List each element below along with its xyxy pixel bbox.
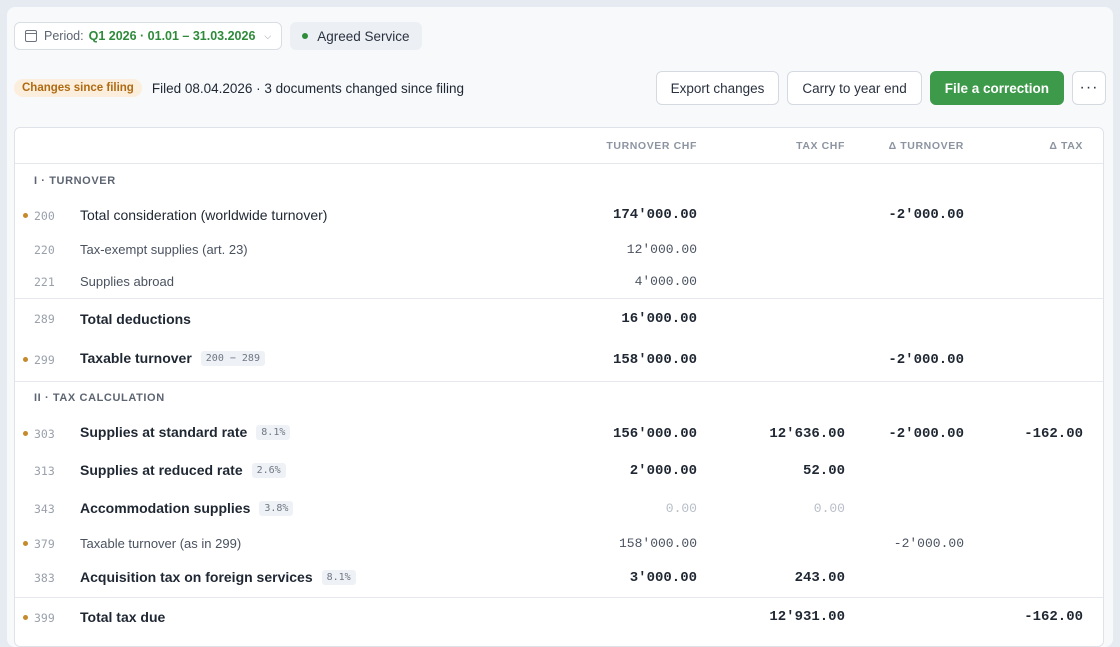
changed-marker-icon (23, 541, 28, 546)
status-dot-icon (302, 33, 309, 39)
chevron-down-icon: ⌵ (264, 30, 272, 41)
delta-turnover-value: -2'000.00 (888, 352, 964, 368)
delta-turnover-value: -2'000.00 (888, 426, 964, 442)
column-header-tax: TAX CHF (796, 140, 845, 152)
table-row[interactable]: 221 Supplies abroad 4'000.00 (15, 267, 1103, 298)
row-label-text: Supplies at reduced rate (80, 462, 243, 478)
status-bar: Changes since filing Filed 08.04.2026 · … (14, 71, 1106, 105)
row-code: 379 (34, 537, 55, 551)
tax-value: 243.00 (794, 570, 845, 586)
row-code: 383 (34, 571, 55, 585)
section-title: I · TURNOVER (34, 175, 116, 187)
column-header-delta-turnover: Δ TURNOVER (888, 140, 964, 152)
tax-value: 52.00 (802, 463, 845, 479)
period-label: Period: (44, 29, 84, 43)
row-code: 200 (34, 209, 55, 223)
tax-value: 0.00 (813, 501, 845, 516)
row-label-text: Accommodation supplies (80, 500, 251, 516)
row-label-text: Supplies at standard rate (80, 424, 248, 440)
changed-marker-icon (23, 431, 28, 436)
section-header: II · TAX CALCULATION (15, 381, 1103, 415)
table-row[interactable]: 200 Total consideration (worldwide turno… (15, 198, 1103, 234)
delta-turnover-value: -2'000.00 (888, 207, 964, 223)
turnover-value: 16'000.00 (621, 311, 697, 327)
table-row[interactable]: 289 Total deductions 16'000.00 (15, 298, 1103, 340)
row-label: Taxable turnover 200 − 289 (80, 350, 265, 366)
status-badge: Changes since filing (14, 79, 142, 97)
turnover-value: 156'000.00 (612, 426, 697, 442)
filter-bar: Period: Q1 2026 · 01.01 – 31.03.2026 ⌵ A… (14, 22, 422, 50)
turnover-value: 0.00 (665, 501, 697, 516)
section-title: II · TAX CALCULATION (34, 392, 165, 404)
rate-tag: 2.6% (251, 462, 286, 478)
export-changes-button[interactable]: Export changes (655, 71, 780, 105)
turnover-value: 12'000.00 (626, 242, 697, 257)
row-label: Supplies abroad (80, 274, 174, 289)
row-code: 313 (34, 464, 55, 478)
section-header: I · TURNOVER (15, 164, 1103, 198)
period-select[interactable]: Period: Q1 2026 · 01.01 – 31.03.2026 ⌵ (14, 22, 283, 50)
service-label: Agreed Service (317, 28, 410, 44)
turnover-value: 4'000.00 (634, 274, 697, 289)
turnover-value: 158'000.00 (612, 352, 697, 368)
row-code: 289 (34, 312, 55, 326)
table-row[interactable]: 220 Tax-exempt supplies (art. 23) 12'000… (15, 234, 1103, 267)
changed-marker-icon (23, 213, 28, 218)
turnover-value: 2'000.00 (629, 463, 697, 479)
row-label: Supplies at reduced rate 2.6% (80, 462, 286, 478)
formula-tag: 200 − 289 (200, 350, 265, 366)
vat-return-table: TURNOVER CHF TAX CHF Δ TURNOVER Δ TAX I … (14, 127, 1104, 647)
page: Period: Q1 2026 · 01.01 – 31.03.2026 ⌵ A… (7, 7, 1113, 647)
tax-value: 12'931.00 (769, 609, 845, 625)
row-code: 299 (34, 353, 55, 367)
row-code: 220 (34, 243, 55, 257)
table-row[interactable]: 399 Total tax due 12'931.00 -162.00 (15, 597, 1103, 637)
table-row[interactable]: 299 Taxable turnover 200 − 289 158'000.0… (15, 340, 1103, 381)
column-header-turnover: TURNOVER CHF (606, 140, 697, 152)
row-label: Tax-exempt supplies (art. 23) (80, 242, 248, 257)
row-label: Total tax due (80, 609, 166, 625)
table-row[interactable]: 303 Supplies at standard rate 8.1% 156'0… (15, 415, 1103, 452)
service-filter[interactable]: Agreed Service (290, 22, 422, 50)
row-code: 221 (34, 275, 55, 289)
turnover-value: 174'000.00 (612, 207, 697, 223)
turnover-value: 158'000.00 (618, 536, 697, 551)
row-label: Accommodation supplies 3.8% (80, 500, 294, 516)
row-label: Taxable turnover (as in 299) (80, 536, 242, 551)
rate-tag: 3.8% (259, 500, 294, 516)
changed-marker-icon (23, 357, 28, 362)
filed-info: Filed 08.04.2026 · 3 documents changed s… (151, 80, 465, 96)
period-value: Q1 2026 · 01.01 – 31.03.2026 (88, 29, 256, 43)
delta-tax-value: -162.00 (1024, 609, 1083, 625)
turnover-value: 3'000.00 (629, 570, 697, 586)
row-label-text: Taxable turnover (80, 350, 192, 366)
row-label: Total consideration (worldwide turnover) (80, 207, 328, 223)
row-code: 399 (34, 611, 55, 625)
file-correction-button[interactable]: File a correction (929, 71, 1064, 105)
row-code: 343 (34, 502, 55, 516)
changed-marker-icon (23, 615, 28, 620)
table-row[interactable]: 343 Accommodation supplies 3.8% 0.00 0.0… (15, 490, 1103, 527)
column-header-delta-tax: Δ TAX (1049, 140, 1083, 152)
rate-tag: 8.1% (256, 424, 291, 440)
action-group: Export changes Carry to year end File a … (655, 71, 1106, 105)
delta-turnover-value: -2'000.00 (893, 536, 964, 551)
table-header: TURNOVER CHF TAX CHF Δ TURNOVER Δ TAX (15, 128, 1103, 164)
row-label: Supplies at standard rate 8.1% (80, 424, 291, 440)
row-code: 303 (34, 427, 55, 441)
row-label: Total deductions (80, 311, 191, 327)
tax-value: 12'636.00 (769, 426, 845, 442)
row-label-text: Acquisition tax on foreign services (80, 569, 313, 585)
table-row[interactable]: 383 Acquisition tax on foreign services … (15, 560, 1103, 597)
row-label: Acquisition tax on foreign services 8.1% (80, 569, 356, 585)
table-row[interactable]: 313 Supplies at reduced rate 2.6% 2'000.… (15, 452, 1103, 490)
calendar-icon (25, 30, 37, 42)
delta-tax-value: -162.00 (1024, 426, 1083, 442)
rate-tag: 8.1% (321, 569, 356, 585)
more-options-icon[interactable]: ··· (1072, 71, 1106, 105)
table-row[interactable]: 379 Taxable turnover (as in 299) 158'000… (15, 527, 1103, 560)
carry-to-year-end-button[interactable]: Carry to year end (787, 71, 922, 105)
